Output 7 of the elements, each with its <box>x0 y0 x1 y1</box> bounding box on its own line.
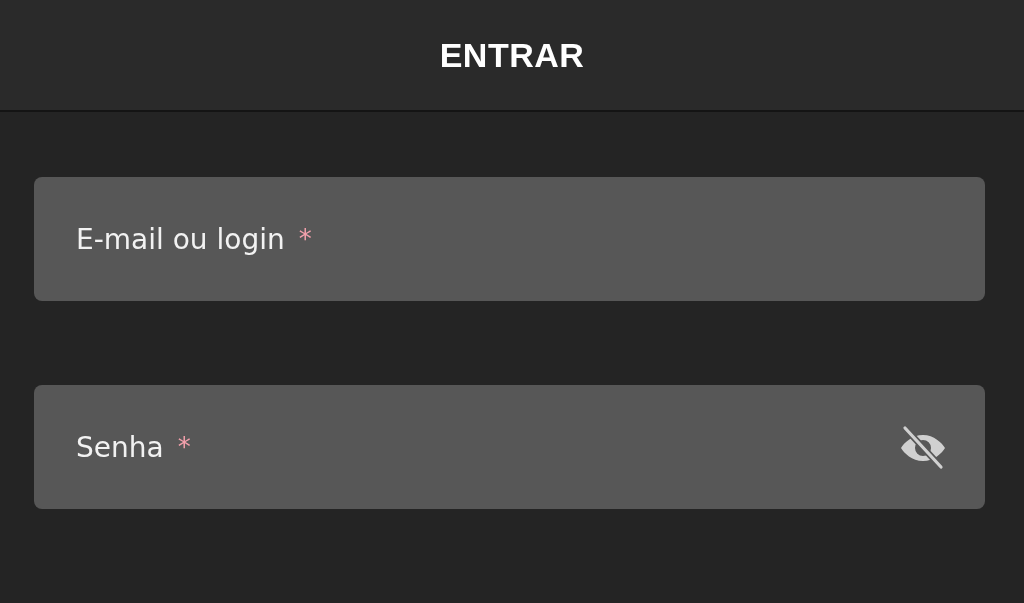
required-mark: * <box>298 224 312 254</box>
required-mark: * <box>177 432 191 462</box>
field-label: Senha <box>76 430 164 464</box>
page-title: ENTRAR <box>439 35 585 75</box>
field-label: E-mail ou login <box>76 222 285 256</box>
password-field[interactable]: Senha * <box>34 385 985 509</box>
login-field[interactable]: E-mail ou login * <box>34 177 985 301</box>
